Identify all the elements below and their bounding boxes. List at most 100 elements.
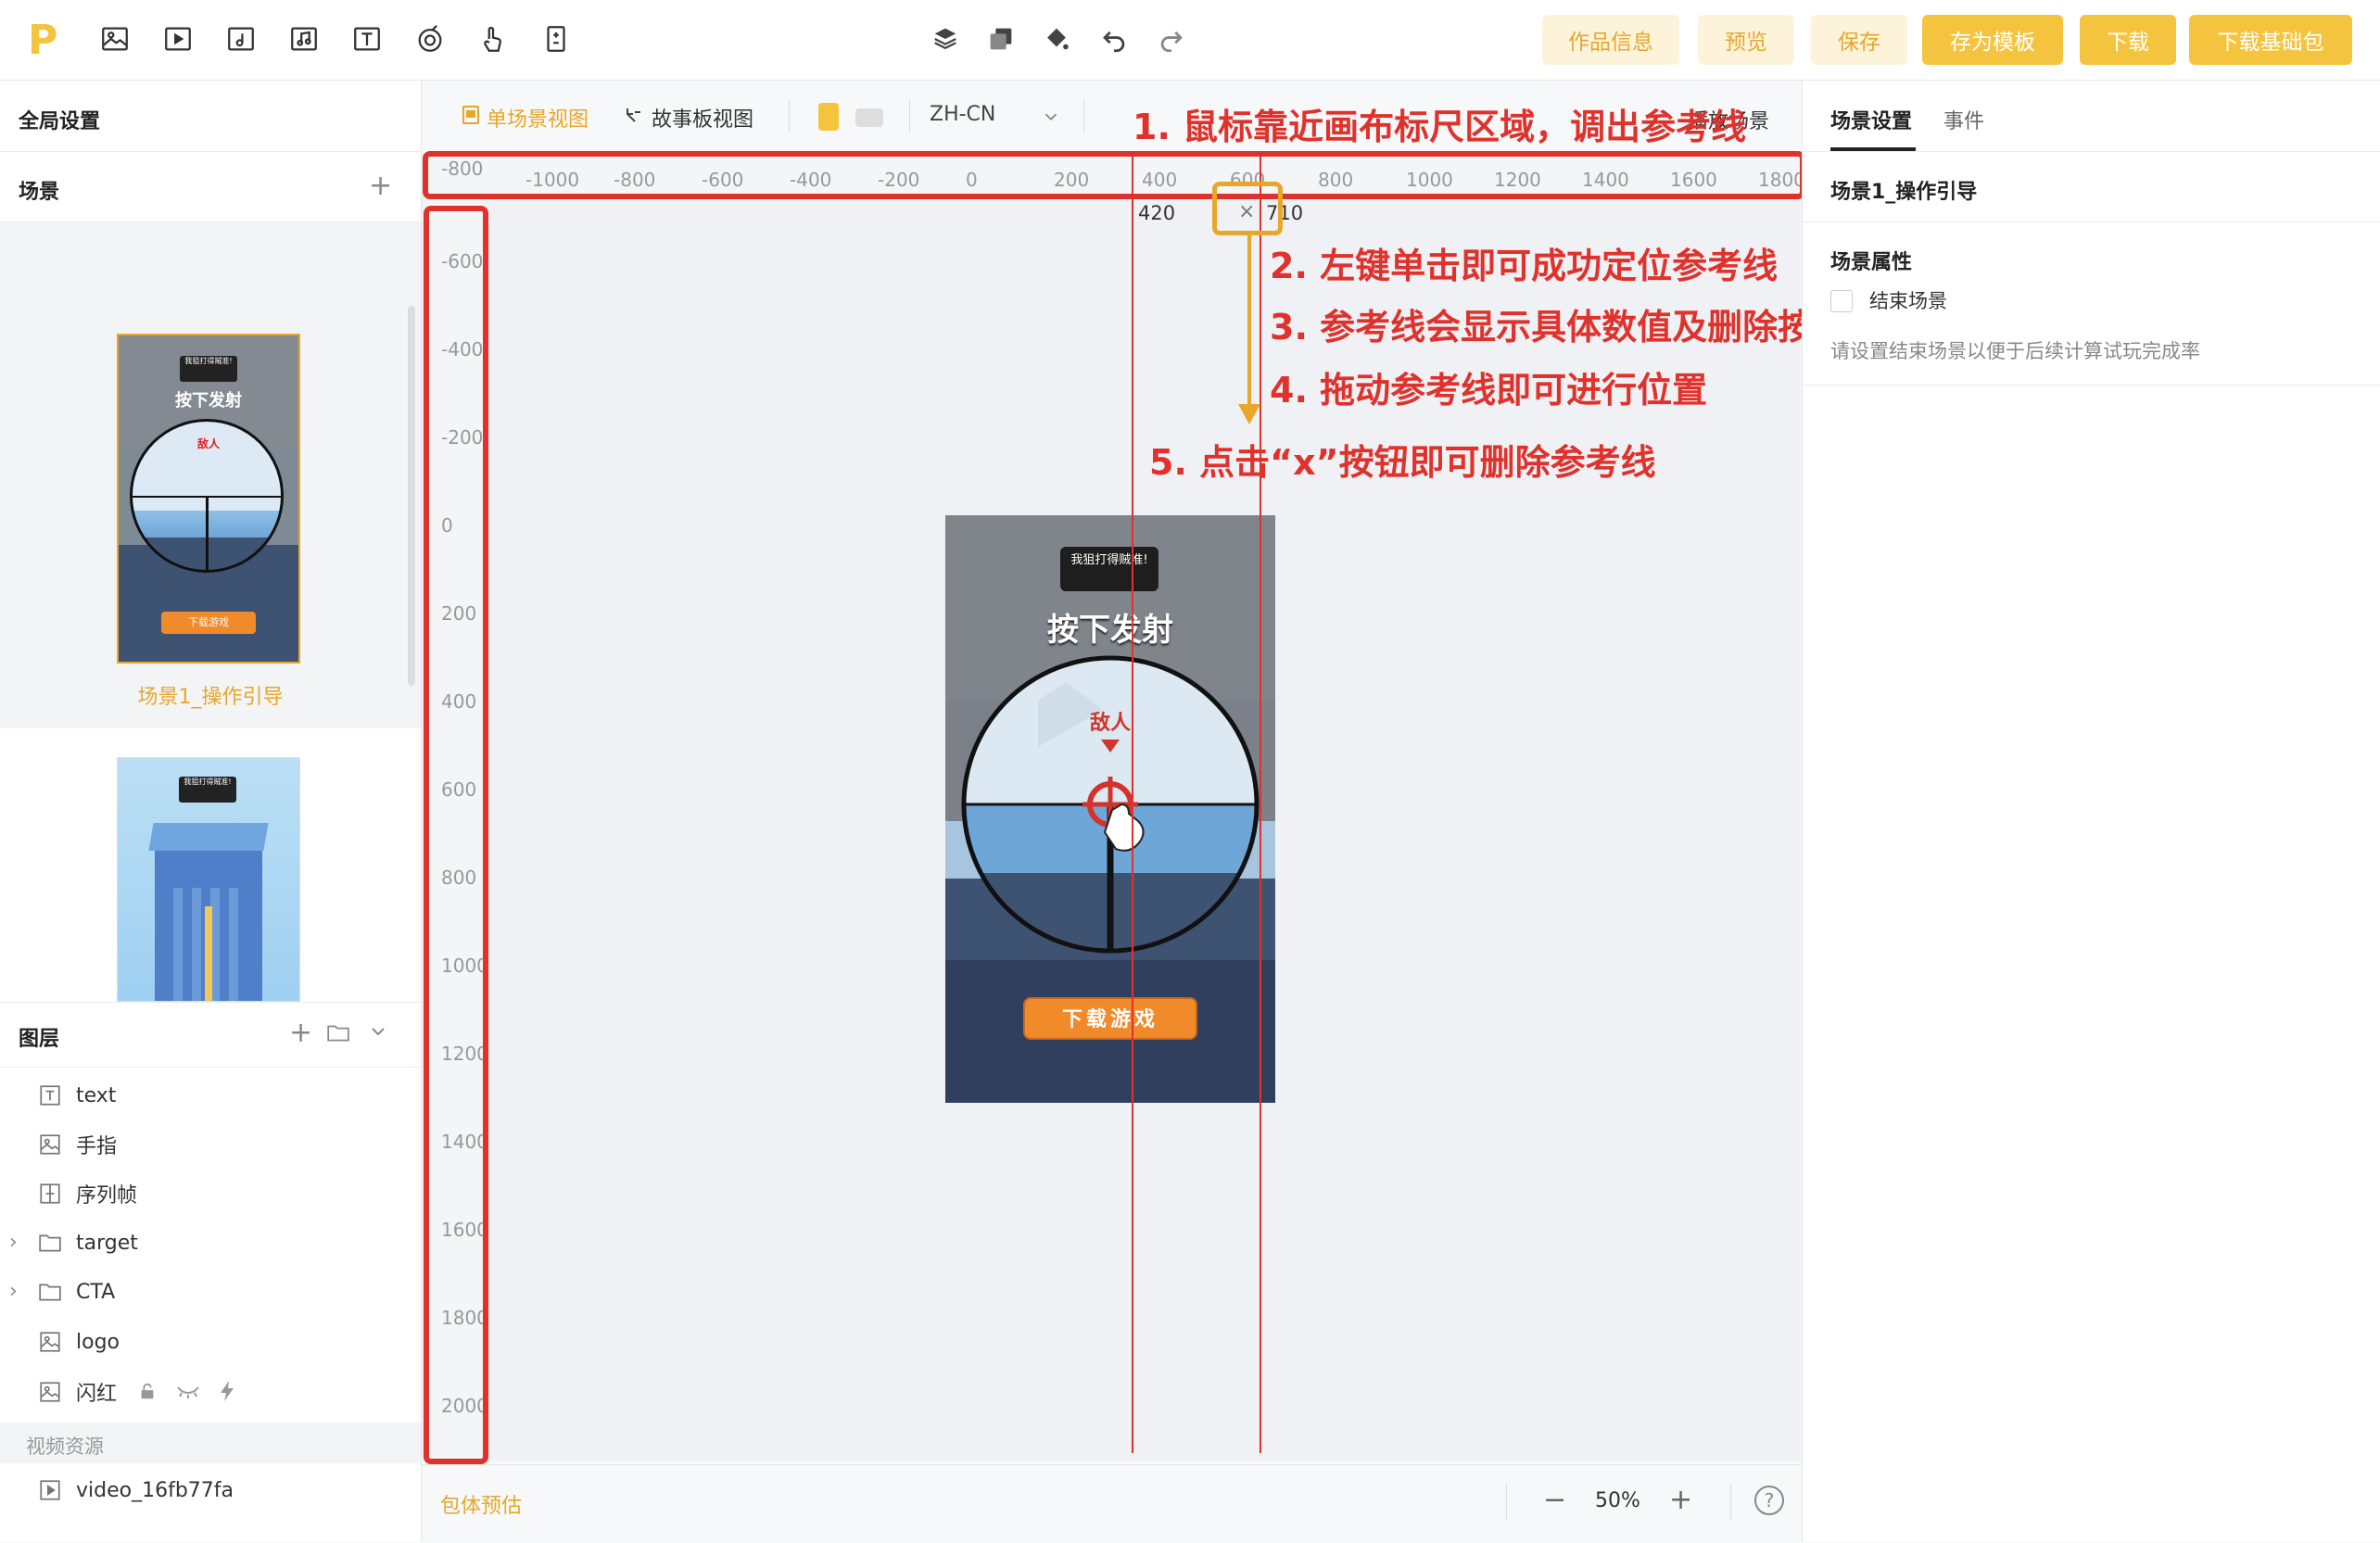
right-panel: 场景设置 事件 场景1_操作引导 场景属性 结束场景 请设置结束场景以便于后续计… bbox=[1802, 81, 2380, 1542]
eye-hidden-icon[interactable] bbox=[176, 1382, 200, 1400]
chevron-right-icon[interactable]: › bbox=[9, 1231, 32, 1254]
layer-item[interactable]: logo bbox=[0, 1319, 421, 1365]
size-estimate-link[interactable]: 包体预估 bbox=[440, 1489, 522, 1519]
scene2-logo: 我狙打得贼准! bbox=[179, 777, 236, 803]
divider bbox=[789, 99, 790, 133]
layer-item[interactable]: 手指 bbox=[0, 1121, 421, 1168]
help-icon[interactable]: ? bbox=[1754, 1486, 1784, 1515]
zoom-out-button[interactable]: − bbox=[1543, 1484, 1566, 1516]
device-icon[interactable] bbox=[538, 20, 575, 57]
add-scene-icon[interactable]: + bbox=[369, 170, 392, 202]
layer-item[interactable]: 闪红 bbox=[0, 1369, 421, 1415]
annotation-2: 2. 左键单击即可成功定位参考线 bbox=[1270, 246, 1779, 286]
image-icon bbox=[37, 1132, 63, 1157]
video-icon[interactable] bbox=[159, 20, 196, 57]
single-view-tab[interactable]: 单场景视图 bbox=[487, 103, 589, 133]
scene1-label[interactable]: 场景1_操作引导 bbox=[0, 680, 421, 710]
save-template-button[interactable]: 存为模板 bbox=[1922, 15, 2063, 65]
global-settings-title[interactable]: 全局设置 bbox=[19, 105, 100, 134]
divider bbox=[1803, 385, 2380, 386]
lightning-icon[interactable] bbox=[219, 1380, 235, 1402]
color-swatch-gray[interactable] bbox=[855, 108, 883, 127]
shape-icon[interactable] bbox=[411, 20, 449, 57]
scene2-thumbnail[interactable]: 我狙打得贼准! bbox=[117, 757, 300, 1002]
arrow-head-icon bbox=[1238, 404, 1260, 424]
storyboard-view-tab[interactable]: 故事板视图 bbox=[652, 103, 753, 133]
game-logo: 我狙打得贼准! bbox=[1060, 547, 1158, 591]
layers-icon[interactable] bbox=[927, 20, 964, 57]
ruler-highlight-box bbox=[423, 151, 1805, 199]
download-button[interactable]: 下载 bbox=[2080, 15, 2176, 65]
music-icon[interactable] bbox=[285, 20, 323, 57]
scene1-enemy: 敌人 bbox=[196, 437, 220, 450]
annotation-1: 1. 鼠标靠近画布标尺区域，调出参考线 bbox=[1133, 107, 1747, 147]
layer-item[interactable]: › CTA bbox=[0, 1269, 421, 1315]
divider bbox=[0, 151, 421, 152]
lock-icon[interactable] bbox=[137, 1381, 158, 1401]
layer-item[interactable]: 序列帧 bbox=[0, 1170, 421, 1217]
video-section-title: 视频资源 bbox=[26, 1435, 104, 1458]
scene-list-scrollbar[interactable] bbox=[408, 306, 415, 686]
scene1-title: 按下发射 bbox=[175, 391, 242, 411]
single-view-icon bbox=[461, 105, 481, 125]
layer-item[interactable]: › target bbox=[0, 1220, 421, 1266]
canvas-bottom-bar: 包体预估 − 50% + ? bbox=[422, 1464, 1801, 1543]
game-preview[interactable]: 我狙打得贼准! 按下发射 敌人 下载游戏 bbox=[945, 515, 1275, 1103]
gesture-icon[interactable] bbox=[475, 20, 512, 57]
scene1-thumbnail[interactable]: 我狙打得贼准! 按下发射 敌人 下载游戏 bbox=[117, 334, 300, 664]
layer-label: target bbox=[76, 1231, 138, 1255]
divider bbox=[0, 1002, 421, 1003]
end-scene-label: 结束场景 bbox=[1869, 290, 1947, 312]
chevron-down-icon[interactable] bbox=[1041, 107, 1061, 127]
zoom-in-button[interactable]: + bbox=[1669, 1484, 1692, 1516]
divider bbox=[1803, 221, 2380, 222]
vruler-highlight-box bbox=[424, 206, 488, 1464]
guide-line-710[interactable] bbox=[1260, 156, 1261, 1453]
undo-icon[interactable] bbox=[1095, 20, 1133, 57]
redo-icon[interactable] bbox=[1153, 20, 1190, 57]
save-button[interactable]: 保存 bbox=[1811, 15, 1907, 65]
scene-list: 我狙打得贼准! 按下发射 敌人 下载游戏 场景1_操作引导 bbox=[0, 222, 421, 728]
layer-label: logo bbox=[76, 1330, 120, 1354]
folder-icon bbox=[37, 1279, 63, 1305]
scenes-title: 场景 bbox=[19, 181, 60, 204]
image-icon bbox=[37, 1379, 63, 1405]
download-base-button[interactable]: 下载基础包 bbox=[2189, 15, 2352, 65]
divider bbox=[909, 99, 910, 133]
zoom-level: 50% bbox=[1595, 1489, 1640, 1512]
layer-label: 序列帧 bbox=[76, 1184, 138, 1208]
work-info-button[interactable]: 作品信息 bbox=[1542, 15, 1679, 65]
copy-icon[interactable] bbox=[982, 20, 1019, 57]
video-section: 视频资源 bbox=[0, 1423, 421, 1463]
audio-icon[interactable] bbox=[222, 20, 260, 57]
chevron-right-icon[interactable]: › bbox=[9, 1280, 32, 1303]
app-logo[interactable]: P bbox=[28, 17, 65, 64]
divider bbox=[0, 1067, 421, 1068]
add-layer-icon[interactable]: + bbox=[289, 1017, 312, 1049]
tab-scene-settings[interactable]: 场景设置 bbox=[1830, 105, 1912, 134]
paint-icon[interactable] bbox=[1038, 20, 1075, 57]
tab-events[interactable]: 事件 bbox=[1943, 105, 1984, 134]
preview-button[interactable]: 预览 bbox=[1698, 15, 1794, 65]
collapse-chevron-icon[interactable] bbox=[367, 1020, 389, 1043]
left-panel: 全局设置 场景 + 我狙打得贼准! 按下发射 敌人 下载游戏 场景1_操作引导 … bbox=[0, 81, 422, 1542]
layer-item[interactable]: text bbox=[0, 1072, 421, 1119]
language-select[interactable]: ZH-CN bbox=[930, 103, 995, 126]
folder-icon bbox=[37, 1230, 63, 1256]
video-item-label: video_16fb77fa bbox=[76, 1478, 234, 1502]
video-item[interactable]: video_16fb77fa bbox=[0, 1467, 421, 1513]
guide1-value: 420 bbox=[1138, 202, 1176, 224]
color-swatch-yellow[interactable] bbox=[818, 103, 839, 131]
text-icon[interactable] bbox=[348, 20, 386, 57]
folder-add-icon[interactable] bbox=[326, 1022, 350, 1043]
annotation-4: 4. 拖动参考线即可进行位置 bbox=[1270, 370, 1708, 411]
layer-label: CTA bbox=[76, 1280, 116, 1304]
guide-line-420[interactable] bbox=[1132, 156, 1133, 1453]
divider bbox=[1803, 151, 2380, 152]
end-scene-checkbox[interactable] bbox=[1830, 290, 1853, 312]
image-icon[interactable] bbox=[96, 20, 133, 57]
layers-title: 图层 bbox=[19, 1028, 60, 1051]
game-cta-button[interactable]: 下载游戏 bbox=[1023, 997, 1197, 1040]
scene-props-title: 场景属性 bbox=[1830, 251, 1913, 274]
scene1-logo: 我狙打得贼准! bbox=[180, 356, 237, 382]
